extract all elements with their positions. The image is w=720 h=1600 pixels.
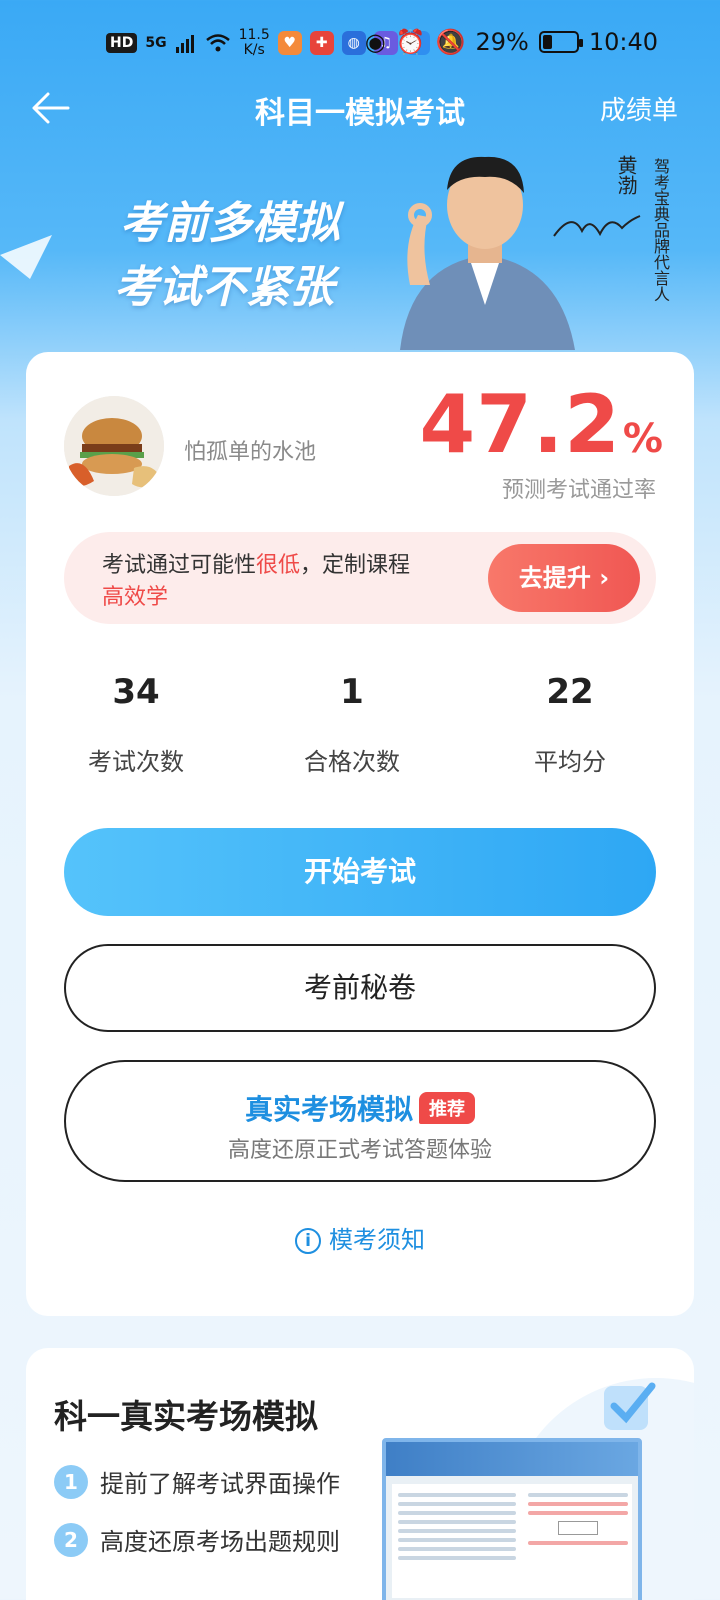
spokesperson-role: 驾考宝典品牌代言人 bbox=[651, 158, 670, 302]
app-bulb-icon: ◍ bbox=[341, 31, 366, 55]
spokesperson-name: 黄渤 bbox=[614, 155, 638, 195]
banner-slogan: 考前多模拟 考试不紧张 bbox=[114, 198, 340, 313]
secret-paper-button[interactable]: 考前秘卷 bbox=[64, 944, 656, 1032]
real-sim-title: 真实考场模拟 bbox=[244, 1093, 413, 1126]
exam-notice-link[interactable]: i 模考须知 bbox=[26, 1220, 694, 1255]
stat-pass-count: 1 合格次数 bbox=[304, 672, 400, 776]
real-sim-subtitle: 高度还原正式考试答题体验 bbox=[227, 1138, 492, 1163]
pass-rate-label: 预测考试通过率 bbox=[501, 478, 656, 503]
intro-card-title: 科一真实考场模拟 bbox=[54, 1397, 318, 1436]
score-report-link[interactable]: 成绩单 bbox=[600, 90, 678, 127]
recommend-tag: 推荐 bbox=[419, 1092, 475, 1124]
battery-icon bbox=[538, 31, 583, 53]
real-exam-simulation-button[interactable]: 真实考场模拟 推荐 高度还原正式考试答题体验 bbox=[64, 1060, 656, 1182]
burger-avatar-image bbox=[64, 396, 164, 496]
wifi-icon bbox=[205, 34, 230, 52]
intro-item: 2 高度还原考场出题规则 bbox=[54, 1522, 340, 1557]
intro-item: 1 提前了解考试界面操作 bbox=[54, 1464, 340, 1499]
start-exam-button[interactable]: 开始考试 bbox=[64, 828, 656, 916]
improve-tip-banner: 考试通过可能性很低，定制课程 高效学 去提升 › bbox=[64, 532, 656, 624]
username: 怕孤单的水池 bbox=[184, 440, 317, 465]
avatar[interactable] bbox=[64, 396, 164, 496]
stat-average-score: 22 平均分 bbox=[534, 672, 606, 776]
tip-text: 考试通过可能性很低，定制课程 高效学 bbox=[102, 553, 411, 610]
net-speed: 11.5 K/s bbox=[238, 27, 270, 58]
alarm-icon: ⏰ bbox=[395, 28, 426, 56]
hd-badge: HD bbox=[106, 33, 138, 53]
real-simulation-intro-card: 科一真实考场模拟 1 提前了解考试界面操作 2 高度还原考场出题规则 bbox=[26, 1348, 694, 1600]
clock: 10:40 bbox=[588, 28, 658, 56]
spokesperson-photo bbox=[400, 156, 575, 350]
nav-header: 科目一模拟考试 成绩单 bbox=[0, 80, 720, 140]
signal-icon bbox=[175, 35, 194, 53]
stat-exam-count: 34 考试次数 bbox=[88, 672, 184, 776]
battery-percent: 29% bbox=[475, 28, 529, 56]
signature-decoration bbox=[553, 215, 641, 237]
chevron-right-icon: › bbox=[590, 564, 610, 592]
exam-screen-preview-image bbox=[382, 1438, 642, 1600]
app-pinwheel-icon: ✚ bbox=[309, 31, 334, 55]
mute-icon: 🔕 bbox=[435, 28, 466, 56]
exam-stats: 34 考试次数 1 合格次数 22 平均分 bbox=[26, 672, 694, 792]
info-icon: i bbox=[295, 1228, 321, 1254]
exam-summary-card: 怕孤单的水池 47.2% 预测考试通过率 考试通过可能性很低，定制课程 高效学 … bbox=[26, 352, 694, 1316]
paper-plane-decoration bbox=[0, 235, 52, 279]
eye-icon: ◉ bbox=[364, 28, 386, 56]
signal-label: 5G bbox=[145, 35, 167, 51]
pass-rate: 47.2% bbox=[419, 378, 664, 471]
app-health-icon: ♥ bbox=[277, 31, 302, 55]
checkbox-icon bbox=[604, 1382, 656, 1430]
improve-button[interactable]: 去提升 › bbox=[488, 544, 640, 612]
status-bar: HD 5G 11.5 K/s ♥ ✚ ◍ ♫ ⌕ ◉ ⏰ 🔕 29% 10:40 bbox=[0, 0, 720, 90]
